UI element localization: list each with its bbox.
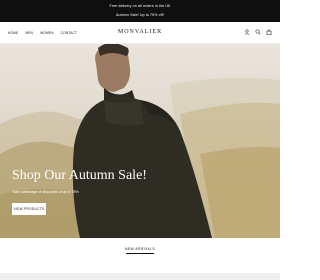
announcement-autumn-sale[interactable]: Autumn Sale! Up to 75% off! (0, 13, 280, 17)
announcement-bar: Free delivery on all orders in the UK Au… (0, 0, 280, 22)
bag-icon[interactable] (266, 29, 272, 35)
hero-title: Shop Our Autumn Sale! (12, 168, 147, 183)
header-icons (244, 29, 272, 35)
user-icon[interactable] (244, 29, 250, 35)
hero-subtitle: Take advantage of discounts of up to 75% (12, 190, 79, 194)
brand-logo[interactable]: MONVALIER (0, 29, 280, 35)
search-icon[interactable] (255, 29, 261, 35)
product-strip (0, 273, 280, 280)
site-header: HOME MEN WOMEN CONTACT MONVALIER (0, 22, 280, 44)
view-products-button[interactable]: VIEW PRODUCTS (12, 203, 46, 215)
new-arrivals-heading[interactable]: NEW ARRIVALS (0, 247, 280, 251)
announcement-free-delivery: Free delivery on all orders in the UK (109, 4, 171, 8)
new-arrivals-underline (126, 253, 154, 254)
hero-banner: Shop Our Autumn Sale! Take advantage of … (0, 44, 280, 238)
new-arrivals-section: NEW ARRIVALS (0, 238, 280, 280)
